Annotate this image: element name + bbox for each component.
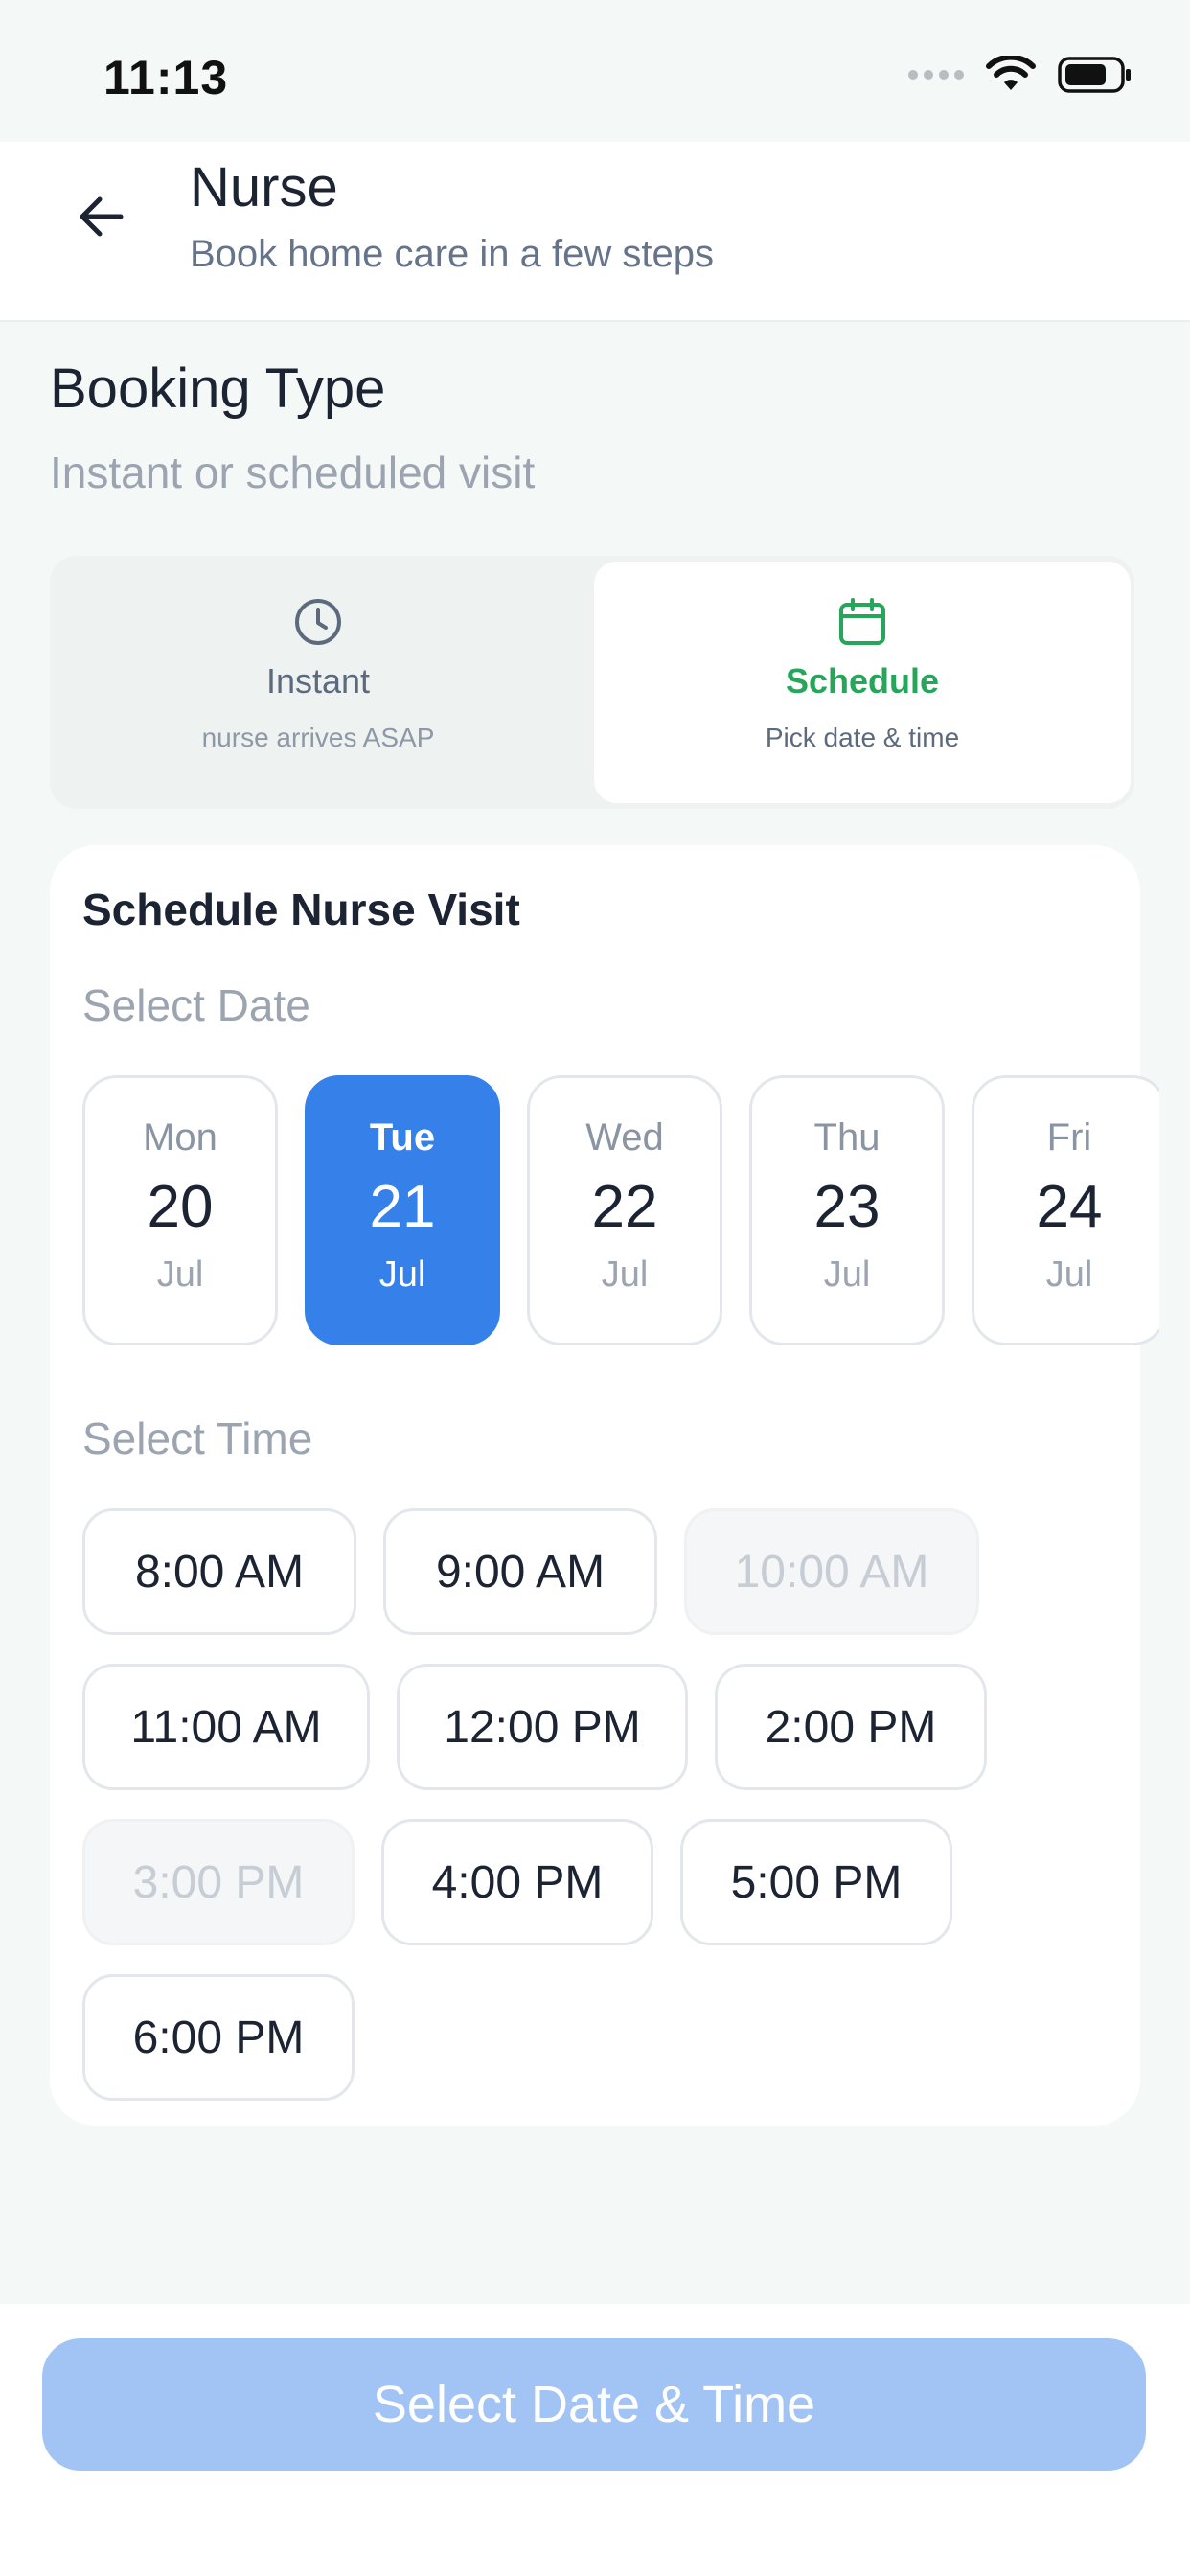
date-month: Jul: [601, 1254, 649, 1295]
booking-type-switch: Instant nurse arrives ASAP Schedule Pick…: [50, 556, 1134, 809]
date-weekday: Wed: [585, 1116, 664, 1159]
time-slot-9am[interactable]: 9:00 AM: [383, 1508, 657, 1635]
time-slot-6pm[interactable]: 6:00 PM: [82, 1974, 355, 2101]
schedule-description: Pick date & time: [765, 723, 960, 752]
battery-icon: [1058, 57, 1131, 93]
date-month: Jul: [823, 1254, 871, 1295]
date-chip-thu-23[interactable]: Thu 23 Jul: [749, 1075, 945, 1346]
status-icons: [908, 56, 1133, 94]
arrow-left-icon: [80, 196, 124, 237]
date-weekday: Mon: [143, 1116, 217, 1159]
date-chip-fri-24[interactable]: Fri 24 Jul: [972, 1075, 1159, 1346]
time-slot-8am[interactable]: 8:00 AM: [82, 1508, 356, 1635]
time-slot-12pm[interactable]: 12:00 PM: [397, 1664, 688, 1790]
wifi-icon: [986, 56, 1036, 90]
schedule-card-title: Schedule Nurse Visit: [82, 885, 520, 934]
footer-bar: Select Date & Time: [0, 2304, 1190, 2576]
clock-icon: [295, 599, 341, 645]
time-slot-grid: 8:00 AM 9:00 AM 10:00 AM 11:00 AM 12:00 …: [82, 1508, 1108, 2129]
time-slot-2pm[interactable]: 2:00 PM: [715, 1664, 987, 1790]
status-time: 11:13: [103, 51, 229, 104]
date-picker-strip[interactable]: Mon 20 Jul Tue 21 Jul Wed 22 Jul Thu 23 …: [82, 1075, 1159, 1349]
cellular-signal-icon: [908, 70, 964, 80]
date-day: 21: [369, 1174, 436, 1240]
booking-type-schedule[interactable]: Schedule Pick date & time: [594, 562, 1131, 803]
status-bar: 11:13: [0, 0, 1190, 142]
date-chip-mon-20[interactable]: Mon 20 Jul: [82, 1075, 278, 1346]
booking-type-instant[interactable]: Instant nurse arrives ASAP: [50, 562, 586, 803]
date-day: 23: [813, 1174, 881, 1240]
instant-description: nurse arrives ASAP: [201, 723, 435, 752]
time-slot-11am[interactable]: 11:00 AM: [82, 1664, 370, 1790]
select-time-label: Select Time: [82, 1414, 313, 1463]
page-subtitle: Book home care in a few steps: [190, 233, 714, 275]
date-day: 24: [1036, 1174, 1103, 1240]
time-slot-3pm: 3:00 PM: [82, 1819, 355, 1945]
time-slot-5pm[interactable]: 5:00 PM: [680, 1819, 952, 1945]
select-date-time-button[interactable]: Select Date & Time: [42, 2338, 1146, 2471]
date-month: Jul: [378, 1254, 426, 1295]
back-button[interactable]: [67, 182, 136, 251]
booking-type-subtitle: Instant or scheduled visit: [50, 448, 536, 497]
date-weekday: Thu: [813, 1116, 881, 1159]
date-chip-wed-22[interactable]: Wed 22 Jul: [527, 1075, 722, 1346]
schedule-card: Schedule Nurse Visit Select Date Mon 20 …: [50, 845, 1159, 2129]
date-day: 22: [591, 1174, 658, 1240]
schedule-label: Schedule: [785, 661, 940, 701]
date-month: Jul: [156, 1254, 204, 1295]
calendar-icon: [839, 598, 885, 645]
date-weekday: Fri: [1046, 1116, 1092, 1159]
date-chip-tue-21[interactable]: Tue 21 Jul: [305, 1075, 500, 1346]
date-day: 20: [147, 1174, 214, 1240]
page-title: Nurse: [190, 156, 338, 218]
app-header: [0, 142, 1190, 322]
date-weekday: Tue: [369, 1116, 436, 1159]
instant-label: Instant: [265, 661, 371, 701]
time-slot-10am: 10:00 AM: [684, 1508, 979, 1635]
booking-type-heading: Booking Type: [50, 357, 386, 420]
date-month: Jul: [1045, 1254, 1093, 1295]
time-slot-4pm[interactable]: 4:00 PM: [381, 1819, 653, 1945]
select-date-label: Select Date: [82, 980, 310, 1030]
